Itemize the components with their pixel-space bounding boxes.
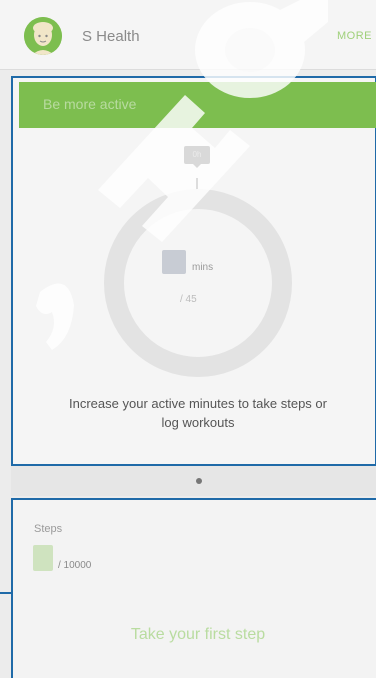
page-dot[interactable]: [196, 478, 202, 484]
progress-tooltip: 0h: [184, 146, 210, 164]
steps-value: [33, 545, 53, 571]
card-message: Increase your active minutes to take ste…: [69, 396, 327, 430]
avatar[interactable]: [24, 17, 62, 55]
active-minutes-value: [162, 250, 186, 274]
progress-ring: [104, 189, 292, 377]
page-indicator: [11, 466, 376, 496]
more-button[interactable]: MORE: [337, 30, 372, 42]
goal-label: / 45: [180, 294, 197, 305]
profile-icon: [24, 17, 62, 55]
steps-card[interactable]: [11, 498, 376, 678]
banner-text: Be more active: [43, 96, 137, 112]
app-header: S Health MORE: [0, 0, 376, 70]
steps-label: Steps: [34, 523, 63, 535]
tooltip-arrow-icon: [193, 164, 201, 168]
steps-goal-label: / 10000: [58, 560, 92, 571]
take-first-step-prompt[interactable]: Take your first step: [60, 626, 336, 644]
card-banner: Be more active: [19, 82, 376, 128]
app-title: S Health: [82, 28, 140, 45]
callout-line: [0, 592, 13, 594]
unit-label: mins: [192, 262, 214, 273]
